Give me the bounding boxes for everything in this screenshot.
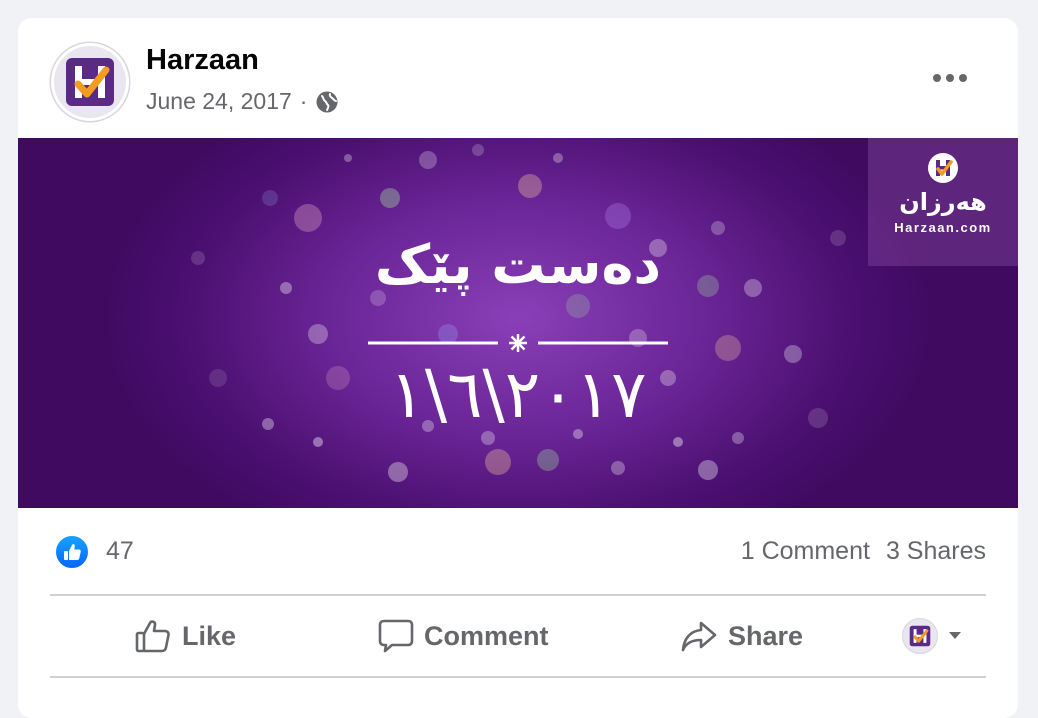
like-reaction-icon[interactable] [54, 534, 90, 570]
harzaan-logo-icon [928, 153, 958, 183]
more-options-icon [933, 74, 967, 82]
share-count[interactable]: 3 Shares [886, 537, 986, 566]
post-as-selector[interactable] [902, 616, 962, 656]
more-options-button[interactable] [930, 66, 970, 90]
share-label: Share [728, 620, 804, 651]
chevron-down-icon [949, 632, 961, 639]
divider [50, 676, 986, 678]
page-avatar-small [902, 618, 938, 654]
page-name[interactable]: Harzaan [146, 44, 259, 77]
share-button[interactable]: Share [680, 616, 803, 656]
divider [50, 594, 986, 596]
post-meta: June 24, 2017 · [146, 88, 339, 115]
banner-divider [368, 334, 668, 352]
harzaan-watermark: هەرزان Harzaan.com [868, 138, 1018, 266]
post-card: Harzaan June 24, 2017 · دەست پێک ٢٠١٧\٦\… [18, 18, 1018, 718]
comment-button[interactable]: Comment [378, 616, 549, 656]
thumbs-up-icon [64, 544, 81, 560]
banner-title: دەست پێک [374, 233, 662, 296]
post-date[interactable]: June 24, 2017 [146, 88, 292, 115]
logo-text: هەرزان [899, 188, 987, 216]
post-image[interactable]: دەست پێک ٢٠١٧\٦\١ هەرزان Harzaan.com [18, 138, 1018, 508]
like-label: Like [182, 620, 237, 651]
globe-icon[interactable] [315, 90, 339, 114]
comment-count[interactable]: 1 Comment [741, 537, 870, 566]
like-icon [135, 620, 170, 653]
page-avatar[interactable] [51, 43, 129, 121]
harzaan-logo-icon [909, 625, 931, 647]
like-button[interactable]: Like [134, 616, 236, 656]
share-icon [681, 621, 717, 652]
reaction-count[interactable]: 47 [106, 537, 134, 566]
meta-separator: · [299, 88, 308, 114]
comment-icon [378, 619, 414, 653]
engagement-stats: 1 Comment 3 Shares [741, 537, 986, 566]
star-icon [509, 334, 527, 352]
comment-label: Comment [424, 620, 549, 651]
banner-date: ٢٠١٧\٦\١ [389, 356, 647, 433]
logo-url: Harzaan.com [894, 220, 992, 235]
harzaan-logo-icon [66, 58, 114, 106]
